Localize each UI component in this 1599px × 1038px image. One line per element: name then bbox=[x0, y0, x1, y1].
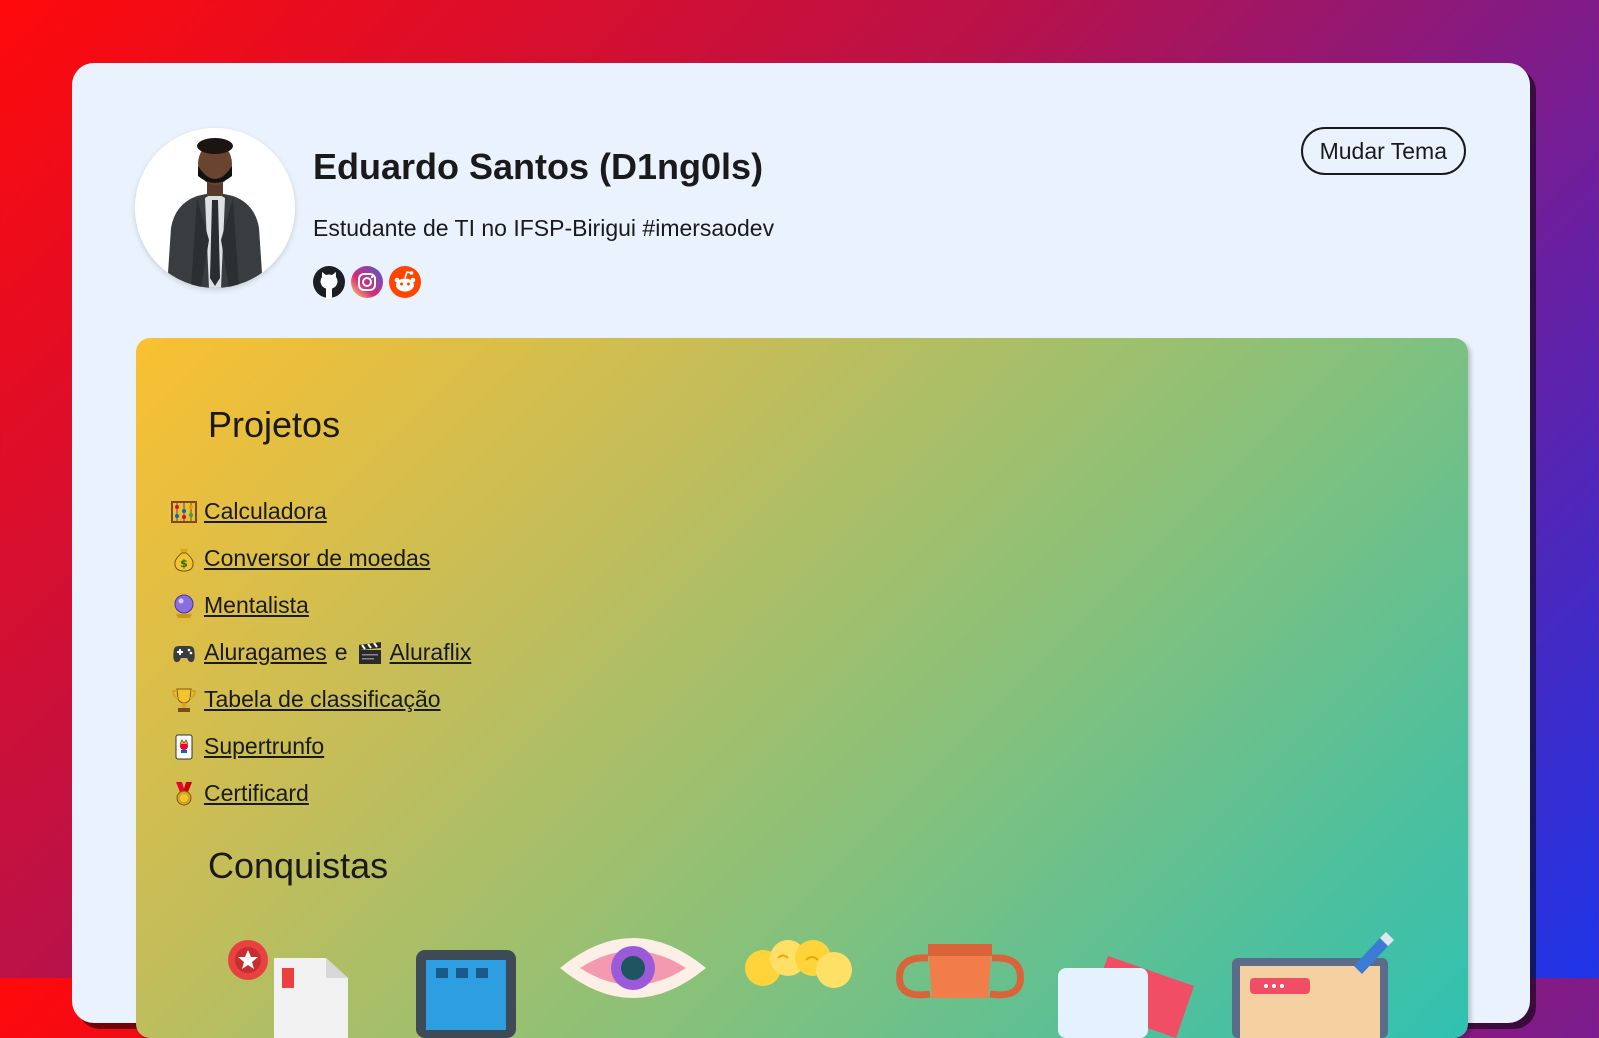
project-item-certificard: Certificard bbox=[170, 770, 471, 817]
trophy-badge-icon bbox=[896, 944, 1024, 999]
eye-badge-icon bbox=[560, 938, 706, 998]
cards-badge-icon bbox=[1058, 956, 1194, 1038]
money-bag-icon: $ bbox=[174, 548, 194, 572]
github-icon[interactable] bbox=[312, 265, 346, 299]
project-item-calculadora: Calculadora bbox=[170, 488, 471, 535]
project-link-tabela[interactable]: Tabela de classificação bbox=[204, 686, 441, 713]
projects-list: Calculadora $ Conversor de moedas Mental… bbox=[170, 488, 471, 817]
project-link-calculadora[interactable]: Calculadora bbox=[204, 498, 327, 525]
reddit-icon[interactable] bbox=[388, 265, 422, 299]
project-link-conversor[interactable]: Conversor de moedas bbox=[204, 545, 430, 572]
social-links bbox=[312, 265, 422, 299]
project-link-aluragames[interactable]: Aluragames bbox=[204, 639, 327, 666]
achievements-heading: Conquistas bbox=[208, 845, 389, 886]
design-badge-icon bbox=[1232, 932, 1394, 1038]
project-item-conversor: $ Conversor de moedas bbox=[170, 535, 471, 582]
profile-card: Eduardo Santos (D1ng0ls) Estudante de TI… bbox=[72, 63, 1530, 1038]
project-item-tabela: Tabela de classificação bbox=[170, 676, 471, 723]
gamepad-icon bbox=[173, 645, 195, 662]
avatar bbox=[135, 128, 295, 288]
project-connector: e bbox=[334, 639, 348, 665]
project-link-aluraflix[interactable]: Aluraflix bbox=[390, 639, 472, 666]
profile-bio: Estudante de TI no IFSP-Birigui #imersao… bbox=[313, 215, 775, 241]
project-item-aluragames-aluraflix: Aluragames e Aluraflix bbox=[170, 629, 471, 676]
trophy-icon bbox=[171, 688, 197, 712]
certificate-badge-icon bbox=[228, 940, 348, 1038]
content-panel: Projetos Calculadora $ Conversor de moed… bbox=[136, 338, 1468, 1038]
project-link-mentalista[interactable]: Mentalista bbox=[204, 592, 309, 619]
calendar-badge-icon bbox=[416, 950, 516, 1038]
project-link-certificard[interactable]: Certificard bbox=[204, 780, 309, 807]
medal-icon bbox=[176, 781, 192, 805]
crystal-ball-icon bbox=[174, 594, 194, 618]
clapper-icon bbox=[358, 641, 381, 664]
abacus-icon bbox=[171, 500, 197, 523]
change-theme-button[interactable]: Mudar Tema bbox=[1300, 127, 1466, 175]
instagram-icon[interactable] bbox=[350, 265, 384, 299]
project-link-supertrunfo[interactable]: Supertrunfo bbox=[204, 733, 324, 760]
joker-card-icon bbox=[175, 734, 193, 759]
projects-heading: Projetos bbox=[208, 404, 341, 445]
project-item-supertrunfo: Supertrunfo bbox=[170, 723, 471, 770]
profile-name: Eduardo Santos (D1ng0ls) bbox=[313, 146, 764, 187]
popcorn-badge-icon bbox=[745, 940, 852, 988]
svg-text:$: $ bbox=[180, 557, 188, 570]
achievements-row bbox=[226, 928, 1468, 1038]
project-item-mentalista: Mentalista bbox=[170, 582, 471, 629]
